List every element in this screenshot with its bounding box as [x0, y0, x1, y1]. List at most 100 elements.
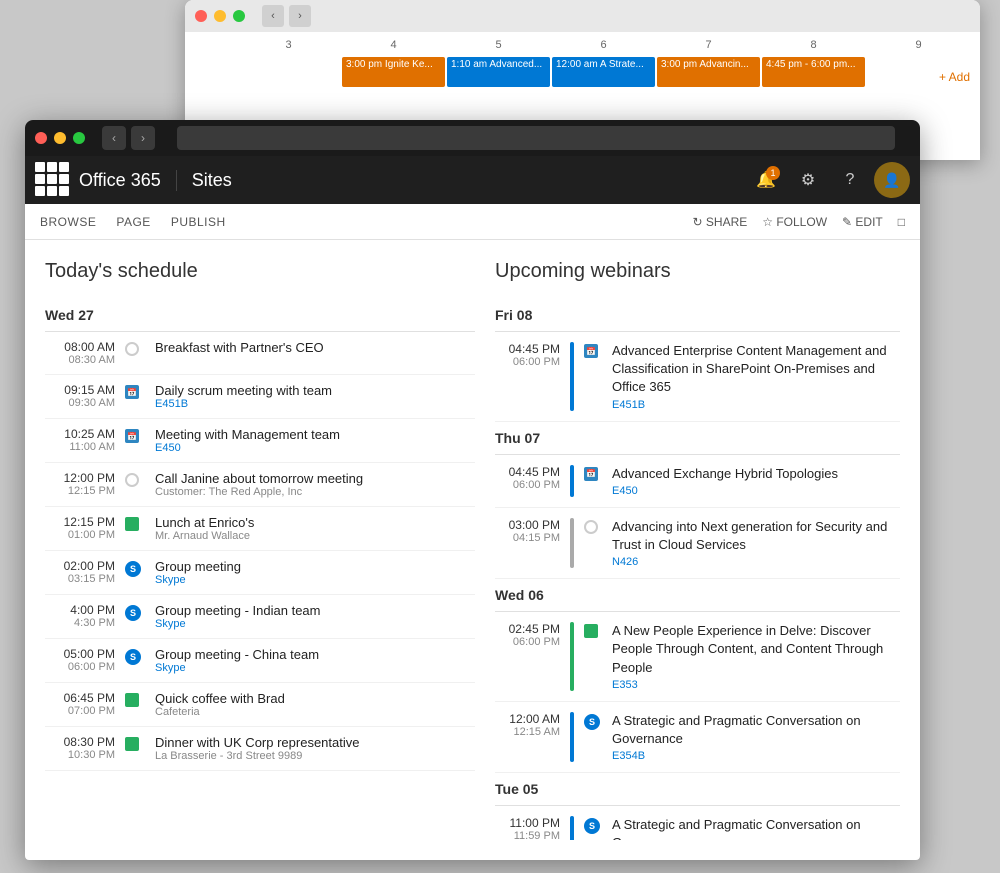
bg-cal-day-7: 7 — [657, 37, 760, 53]
subnav-browse[interactable]: BROWSE — [40, 215, 96, 229]
minimize-dot — [214, 10, 226, 22]
back-button[interactable]: ‹ — [102, 126, 126, 150]
webinar-title: A Strategic and Pragmatic Conversation o… — [612, 816, 900, 840]
webinar-details: A Strategic and Pragmatic Conversation o… — [612, 712, 900, 762]
layout-button[interactable]: □ — [898, 215, 905, 229]
webinar-item: 03:00 PM 04:15 PM Advancing into Next ge… — [495, 508, 900, 579]
webinar-time-block: 12:00 AM 12:15 AM — [495, 712, 560, 738]
bg-titlebar: ‹ › — [185, 0, 980, 32]
grid-dot-4 — [35, 174, 45, 184]
calendar-icon: 📅 — [584, 467, 598, 481]
webinar-accent — [570, 622, 574, 691]
webinar-details: A Strategic and Pragmatic Conversation o… — [612, 816, 900, 840]
bg-calendar-grid: 3 4 5 6 7 8 9 3:00 pm Ignite Ke... 1:10 … — [185, 32, 980, 92]
time-block: 02:00 PM 03:15 PM — [45, 559, 115, 585]
webinar-time-end: 06:00 PM — [495, 356, 560, 368]
event-title: Group meeting - China team — [155, 647, 475, 662]
schedule-item: 4:00 PM 4:30 PM S Group meeting - Indian… — [45, 595, 475, 639]
schedule-item: 08:30 PM 10:30 PM Dinner with UK Corp re… — [45, 727, 475, 771]
notifications-button[interactable]: 🔔 1 — [748, 162, 784, 198]
share-button[interactable]: ↻ SHARE — [693, 215, 748, 229]
green-icon — [125, 693, 139, 707]
webinar-day-header: Thu 07 — [495, 422, 900, 455]
skype-icon: S — [125, 561, 141, 577]
webinar-time-end: 11:59 PM — [495, 830, 560, 840]
follow-button[interactable]: ☆ FOLLOW — [762, 215, 827, 229]
webinar-accent — [570, 465, 574, 497]
event-icon: S — [125, 559, 145, 577]
schedule-item: 08:00 AM 08:30 AM Breakfast with Partner… — [45, 332, 475, 375]
help-button[interactable]: ? — [832, 162, 868, 198]
grid-dot-8 — [47, 186, 57, 196]
grid-dot-5 — [47, 174, 57, 184]
webinar-day-header: Fri 08 — [495, 299, 900, 332]
event-icon: S — [125, 647, 145, 665]
webinar-icon: 📅 — [584, 342, 602, 358]
event-details: Quick coffee with Brad Cafeteria — [155, 691, 475, 718]
webinar-accent — [570, 712, 574, 762]
event-sub-9: La Brasserie - 3rd Street 9989 — [155, 750, 475, 762]
forward-button[interactable]: › — [131, 126, 155, 150]
webinar-item: 11:00 PM 11:59 PM S A Strategic and Prag… — [495, 806, 900, 840]
bg-forward-arrow[interactable]: › — [289, 5, 311, 27]
bg-cal-event-row: 3:00 pm Ignite Ke... 1:10 am Advanced...… — [195, 57, 970, 87]
event-title: Meeting with Management team — [155, 427, 475, 442]
time-end: 10:30 PM — [45, 749, 115, 761]
bg-cal-day-9: 9 — [867, 37, 970, 53]
webinar-items-container: Fri 08 04:45 PM 06:00 PM 📅 Advanced Ente… — [495, 299, 900, 840]
webinar-sub-2-1: E354B — [612, 750, 900, 762]
event-icon — [125, 515, 145, 531]
maximize-button[interactable] — [73, 132, 85, 144]
webinar-details: A New People Experience in Delve: Discov… — [612, 622, 900, 691]
avatar-icon: 👤 — [883, 172, 900, 189]
grid-dot-3 — [59, 162, 69, 172]
webinar-item: 02:45 PM 06:00 PM A New People Experienc… — [495, 612, 900, 702]
webinar-icon — [584, 518, 602, 534]
webinar-time-end: 04:15 PM — [495, 532, 560, 544]
webinar-item: 04:45 PM 06:00 PM 📅 Advanced Exchange Hy… — [495, 455, 900, 508]
subnav-page[interactable]: PAGE — [116, 215, 150, 229]
titlebar: ‹ › — [25, 120, 920, 156]
event-sub-3: Customer: The Red Apple, Inc — [155, 486, 475, 498]
time-block: 06:45 PM 07:00 PM — [45, 691, 115, 717]
time-start: 4:00 PM — [45, 603, 115, 617]
settings-button[interactable]: ⚙ — [790, 162, 826, 198]
calendar-icon: 📅 — [584, 344, 598, 358]
close-button[interactable] — [35, 132, 47, 144]
time-end: 09:30 AM — [45, 397, 115, 409]
calendar-icon: 📅 — [125, 429, 139, 443]
subnav-right: ↻ SHARE ☆ FOLLOW ✎ EDIT □ — [693, 215, 905, 229]
bg-cal-day-5: 5 — [447, 37, 550, 53]
bg-add-button[interactable]: + Add — [939, 70, 970, 84]
event-sub-6: Skype — [155, 618, 475, 630]
bg-event-advancing: 3:00 pm Advancin... — [657, 57, 760, 87]
app-name-label: Office 365 — [79, 170, 177, 191]
webinar-details: Advancing into Next generation for Secur… — [612, 518, 900, 568]
edit-button[interactable]: ✎ EDIT — [842, 215, 883, 229]
address-bar[interactable] — [177, 126, 895, 150]
app-launcher-icon[interactable] — [35, 162, 71, 198]
event-details: Group meeting - China team Skype — [155, 647, 475, 674]
content-area: Today's schedule Wed 27 08:00 AM 08:30 A… — [25, 240, 920, 860]
event-details: Daily scrum meeting with team E451B — [155, 383, 475, 410]
user-avatar[interactable]: 👤 — [874, 162, 910, 198]
event-sub-4: Mr. Arnaud Wallace — [155, 530, 475, 542]
subnav-publish[interactable]: PUBLISH — [171, 215, 226, 229]
time-block: 08:30 PM 10:30 PM — [45, 735, 115, 761]
webinar-icon: S — [584, 816, 602, 834]
time-end: 07:00 PM — [45, 705, 115, 717]
time-block: 12:15 PM 01:00 PM — [45, 515, 115, 541]
time-start: 12:15 PM — [45, 515, 115, 529]
bg-nav-arrows: ‹ › — [262, 5, 311, 27]
schedule-item: 12:15 PM 01:00 PM Lunch at Enrico's Mr. … — [45, 507, 475, 551]
bg-cal-day-6: 6 — [552, 37, 655, 53]
titlebar-nav: ‹ › — [102, 126, 155, 150]
webinar-time-block: 04:45 PM 06:00 PM — [495, 465, 560, 491]
bg-back-arrow[interactable]: ‹ — [262, 5, 284, 27]
schedule-item: 02:00 PM 03:15 PM S Group meeting Skype — [45, 551, 475, 595]
event-icon — [125, 340, 145, 356]
webinar-time-start: 03:00 PM — [495, 518, 560, 532]
topnav: Office 365 Sites 🔔 1 ⚙ ? 👤 — [25, 156, 920, 204]
webinar-time-end: 06:00 PM — [495, 636, 560, 648]
minimize-button[interactable] — [54, 132, 66, 144]
